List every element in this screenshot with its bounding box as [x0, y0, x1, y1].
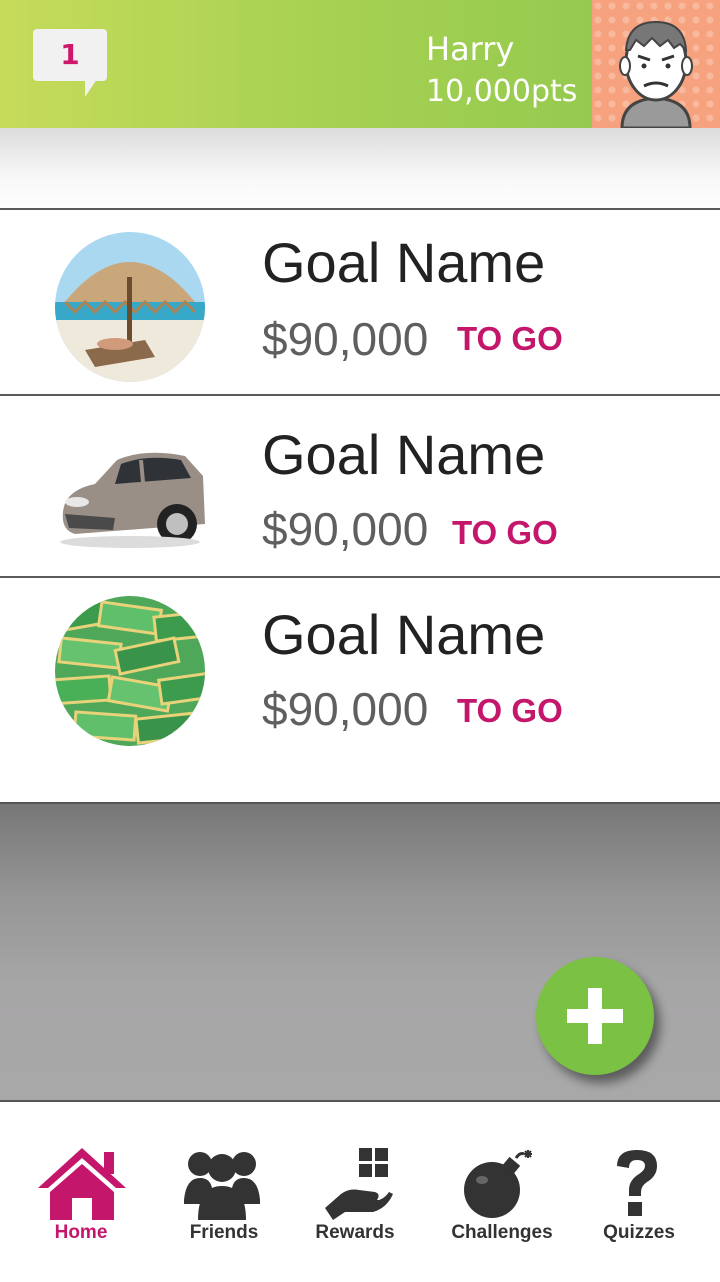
nav-item-rewards[interactable]: Rewards: [285, 1102, 425, 1282]
goal-item[interactable]: Goal Name $90,000 TO GO: [0, 208, 720, 396]
goal-amount: $90,000: [262, 313, 429, 365]
goal-list: Goal Name $90,000 TO GO Goal Name $90,00…: [0, 208, 720, 802]
nav-item-friends[interactable]: Friends: [154, 1102, 294, 1282]
message-badge[interactable]: 1: [33, 29, 107, 97]
goal-item[interactable]: Goal Name $90,000 TO GO: [0, 394, 720, 578]
goal-to-go-label: TO GO: [457, 692, 563, 729]
nav-item-home[interactable]: Home: [11, 1102, 151, 1282]
rewards-icon: [325, 1148, 393, 1220]
home-icon: [38, 1148, 126, 1220]
bomb-icon: [464, 1150, 532, 1218]
question-icon: [617, 1150, 657, 1216]
user-points: 10,000pts: [426, 74, 578, 109]
friends-icon: [184, 1152, 260, 1220]
nav-label-home: Home: [54, 1222, 108, 1243]
nav-item-challenges[interactable]: Challenges: [432, 1102, 572, 1282]
add-goal-button[interactable]: [536, 957, 654, 1075]
nav-label-friends: Friends: [189, 1222, 259, 1243]
user-avatar-icon: [619, 20, 693, 128]
app-header: 1 Harry 10,000pts: [0, 0, 720, 128]
goal-name: Goal Name: [262, 231, 546, 294]
message-count: 1: [60, 38, 80, 71]
goal-amount: $90,000: [262, 503, 429, 555]
goal-name: Goal Name: [262, 423, 546, 486]
goal-to-go-label: TO GO: [457, 320, 563, 357]
nav-label-quizzes: Quizzes: [603, 1222, 675, 1243]
car-photo: [55, 414, 205, 564]
cash-stacks-photo: [55, 596, 205, 746]
goal-item[interactable]: Goal Name $90,000 TO GO: [0, 576, 720, 802]
nav-label-rewards: Rewards: [315, 1222, 395, 1243]
nav-label-challenges: Challenges: [451, 1222, 553, 1243]
beach-umbrella-photo: [55, 232, 205, 382]
header-shadow: [0, 128, 720, 208]
goal-name: Goal Name: [262, 603, 546, 666]
goal-amount: $90,000: [262, 683, 429, 735]
nav-item-quizzes[interactable]: Quizzes: [569, 1102, 709, 1282]
user-name: Harry: [426, 30, 515, 68]
bottom-nav: Home Friends Rewards Challenges Quizzes: [0, 1100, 720, 1282]
avatar[interactable]: [592, 0, 720, 128]
goal-to-go-label: TO GO: [452, 514, 558, 551]
